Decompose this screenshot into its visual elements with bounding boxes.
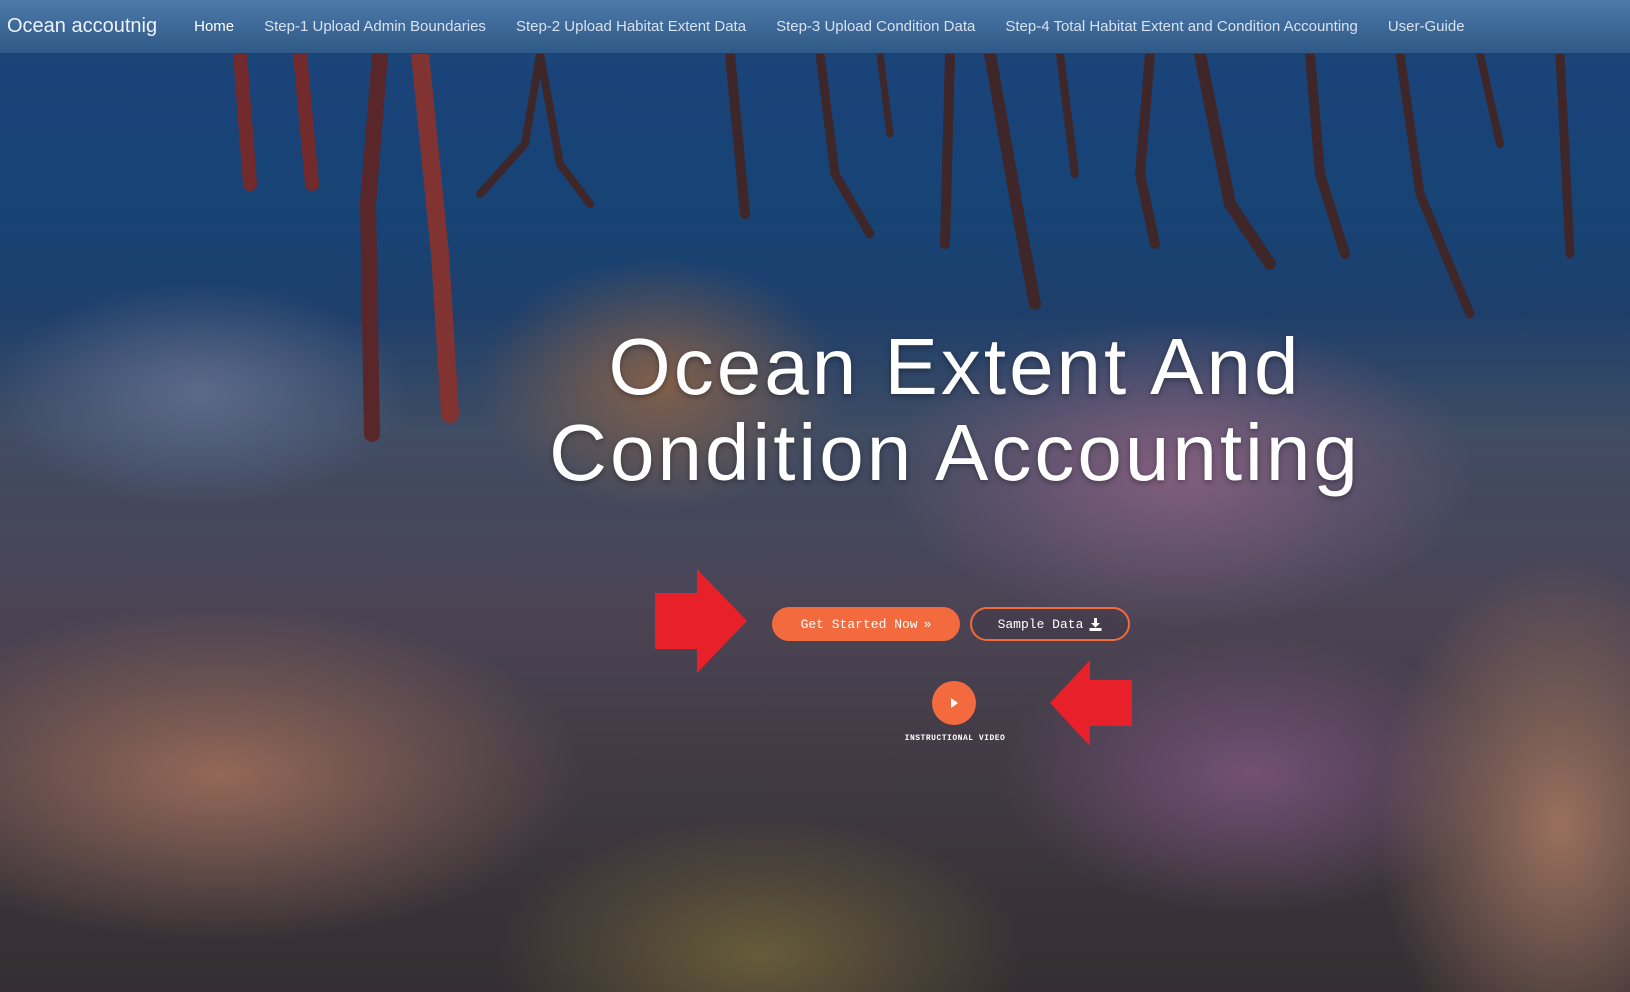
sample-data-button[interactable]: Sample Data <box>970 607 1130 641</box>
nav-item-user-guide[interactable]: User-Guide <box>1373 18 1480 35</box>
hero-title-line-2: Condition Accounting <box>549 408 1361 497</box>
hero-title: Ocean Extent And Condition Accounting <box>415 324 1495 496</box>
get-started-button[interactable]: Get Started Now » <box>772 607 960 641</box>
top-navbar: Ocean accoutnig Home Step-1 Upload Admin… <box>0 0 1630 54</box>
play-icon <box>951 698 958 708</box>
instructional-video-label: INSTRUCTIONAL VIDEO <box>904 734 1006 743</box>
hero-background <box>0 54 1630 992</box>
sample-data-label: Sample Data <box>997 616 1084 632</box>
nav-item-step-1[interactable]: Step-1 Upload Admin Boundaries <box>249 18 501 35</box>
nav-item-home[interactable]: Home <box>179 18 249 35</box>
nav-item-step-2[interactable]: Step-2 Upload Habitat Extent Data <box>501 18 761 35</box>
hero-title-line-1: Ocean Extent And <box>608 322 1302 411</box>
get-started-label: Get Started Now <box>800 616 918 632</box>
nav-item-step-3[interactable]: Step-3 Upload Condition Data <box>761 18 990 35</box>
hero-dim-overlay <box>0 54 1630 992</box>
annotation-arrow-left-icon <box>1050 660 1132 746</box>
nav-item-step-4[interactable]: Step-4 Total Habitat Extent and Conditio… <box>990 18 1372 35</box>
brand-link[interactable]: Ocean accoutnig <box>7 15 157 38</box>
instructional-video-play-button[interactable] <box>932 681 976 725</box>
download-icon <box>1089 617 1102 631</box>
double-chevron-right-icon: » <box>923 616 932 632</box>
nav-menu: Home Step-1 Upload Admin Boundaries Step… <box>179 18 1479 35</box>
annotation-arrow-right-icon <box>655 569 747 673</box>
